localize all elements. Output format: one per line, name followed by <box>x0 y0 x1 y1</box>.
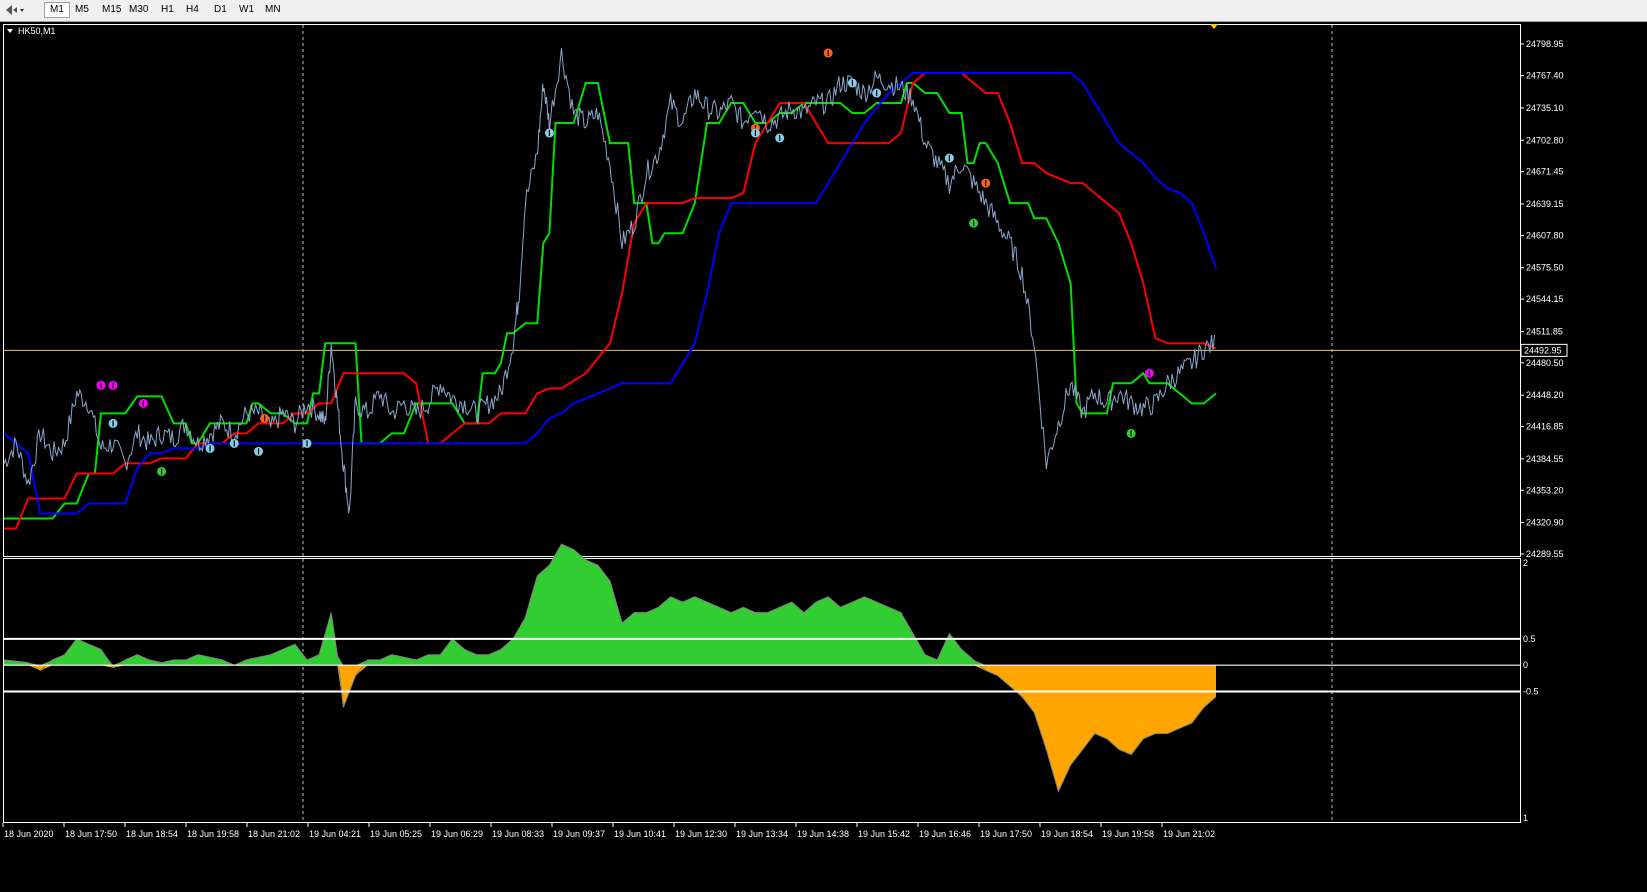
timeframe-h1-button[interactable]: H1 <box>156 2 179 18</box>
x-tick-label: 19 Jun 16:46 <box>919 829 971 839</box>
timeframe-m1-button[interactable]: M1 <box>44 2 70 18</box>
price-line <box>3 47 1215 514</box>
x-tick-label: 19 Jun 08:33 <box>492 829 544 839</box>
indicator-line-0 <box>4 82 1217 520</box>
timeframe-m15-button[interactable]: M15 <box>97 2 126 18</box>
negative-histogram-area <box>4 665 1216 792</box>
main-pane-frame <box>3 24 1521 557</box>
x-tick-label: 19 Jun 05:25 <box>370 829 422 839</box>
chart-area[interactable]: HK50,M1 24798.95 24767.40 24735.10 24702.80 2… <box>0 22 1647 889</box>
timeframe-m30-button[interactable]: M30 <box>124 2 153 18</box>
indicator-y-label: 1 <box>1523 813 1528 823</box>
y-tick-label: 24575.50 <box>1526 263 1564 273</box>
y-tick-label: 24607.80 <box>1526 230 1564 240</box>
timeframe-h4-button[interactable]: H4 <box>181 2 204 18</box>
chart-canvas[interactable]: HK50,M1 24798.95 24767.40 24735.10 24702.80 2… <box>0 22 1647 889</box>
y-tick-label: 24289.55 <box>1526 549 1564 559</box>
y-tick-label: 24448.20 <box>1526 390 1564 400</box>
x-tick-label: 19 Jun 15:42 <box>858 829 910 839</box>
y-tick-label: 24735.10 <box>1526 103 1564 113</box>
x-tick-label: 18 Jun 19:58 <box>187 829 239 839</box>
y-tick-label: 24671.45 <box>1526 167 1564 177</box>
y-tick-label: 24702.80 <box>1526 135 1564 145</box>
x-tick-label: 18 Jun 17:50 <box>65 829 117 839</box>
x-tick-label: 18 Jun 21:02 <box>248 829 300 839</box>
indicator-y-label: -0.5 <box>1523 687 1539 697</box>
timeframe-mn-button[interactable]: MN <box>260 2 286 18</box>
y-tick-label: 24353.20 <box>1526 485 1564 495</box>
x-tick-label: 19 Jun 17:50 <box>980 829 1032 839</box>
x-tick-label: 19 Jun 06:29 <box>431 829 483 839</box>
x-tick-label: 19 Jun 12:30 <box>675 829 727 839</box>
x-tick-label: 19 Jun 04:21 <box>309 829 361 839</box>
y-tick-label: 24544.15 <box>1526 294 1564 304</box>
x-tick-label: 19 Jun 13:34 <box>736 829 788 839</box>
y-tick-label: 24511.85 <box>1526 326 1563 336</box>
y-tick-label: 24480.50 <box>1526 358 1564 368</box>
y-tick-label: 24767.40 <box>1526 71 1564 81</box>
timeframe-m5-button[interactable]: M5 <box>70 2 94 18</box>
timeframe-toolbar: M1 M5 M15 M30 H1 H4 D1 W1 MN <box>0 0 1647 22</box>
current-price-label: 24492.95 <box>1524 345 1562 355</box>
indicator-y-label: 0.5 <box>1523 634 1536 644</box>
x-tick-label: 18 Jun 2020 <box>4 829 54 839</box>
chart-shift-icon <box>1210 24 1218 29</box>
y-tick-label: 24639.15 <box>1526 199 1564 209</box>
y-tick-label: 24416.85 <box>1526 422 1564 432</box>
chart-title: HK50,M1 <box>18 26 56 36</box>
x-tick-label: 19 Jun 18:54 <box>1041 829 1093 839</box>
x-tick-label: 19 Jun 14:38 <box>797 829 849 839</box>
x-tick-label: 19 Jun 21:02 <box>1163 829 1215 839</box>
positive-histogram-area <box>4 544 1216 666</box>
x-tick-label: 19 Jun 10:41 <box>614 829 666 839</box>
x-tick-label: 19 Jun 09:37 <box>553 829 605 839</box>
y-tick-label: 24384.55 <box>1526 454 1564 464</box>
y-tick-label: 24798.95 <box>1526 39 1564 49</box>
indicator-y-label: 0 <box>1523 660 1528 670</box>
cursor-tools-icon[interactable] <box>3 2 27 18</box>
timeframe-w1-button[interactable]: W1 <box>234 2 259 18</box>
timeframe-d1-button[interactable]: D1 <box>209 2 232 18</box>
indicator-y-label: 2 <box>1523 558 1528 568</box>
y-tick-label: 24320.90 <box>1526 518 1564 528</box>
collapse-arrow-icon <box>7 29 13 33</box>
x-tick-label: 19 Jun 19:58 <box>1102 829 1154 839</box>
x-tick-label: 18 Jun 18:54 <box>126 829 178 839</box>
